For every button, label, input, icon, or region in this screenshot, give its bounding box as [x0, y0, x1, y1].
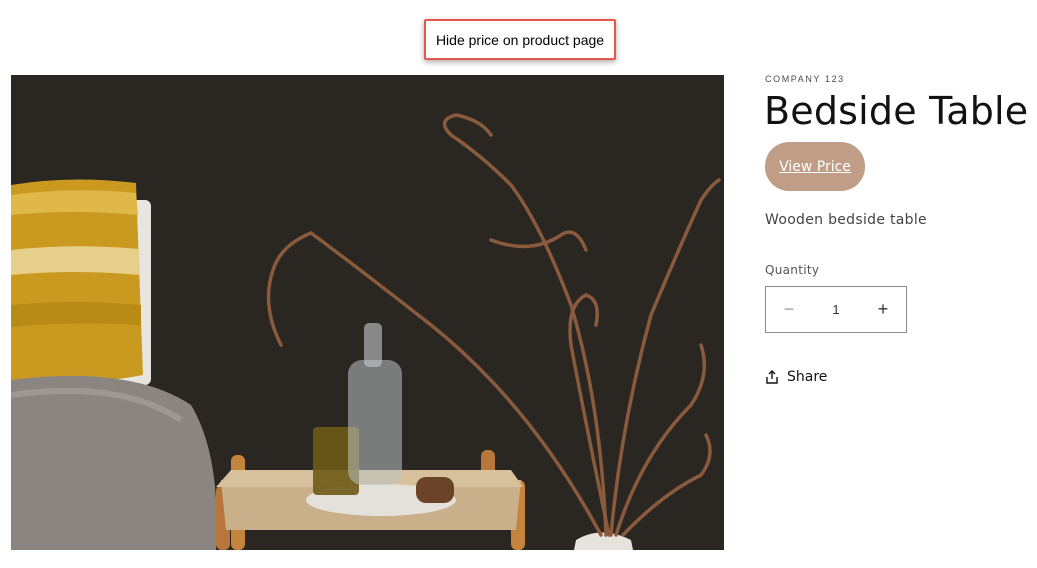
quantity-increase-button[interactable]: + — [860, 287, 906, 332]
product-title: Bedside Table — [764, 89, 1029, 133]
quantity-decrease-button[interactable]: − — [766, 287, 812, 332]
view-price-button[interactable]: View Price — [765, 142, 865, 191]
product-image — [11, 75, 724, 550]
vendor-label: COMPANY 123 — [765, 74, 845, 84]
plus-icon: + — [877, 299, 889, 319]
callout-text: Hide price on product page — [435, 31, 605, 48]
share-icon — [765, 370, 779, 384]
product-description: Wooden bedside table — [765, 212, 927, 228]
minus-icon: − — [783, 299, 795, 319]
hide-price-callout: Hide price on product page — [424, 19, 616, 60]
share-button[interactable]: Share — [765, 369, 827, 385]
quantity-label: Quantity — [765, 263, 820, 277]
share-label: Share — [787, 369, 828, 385]
quantity-stepper: − + — [765, 286, 907, 333]
quantity-input[interactable] — [812, 302, 860, 317]
